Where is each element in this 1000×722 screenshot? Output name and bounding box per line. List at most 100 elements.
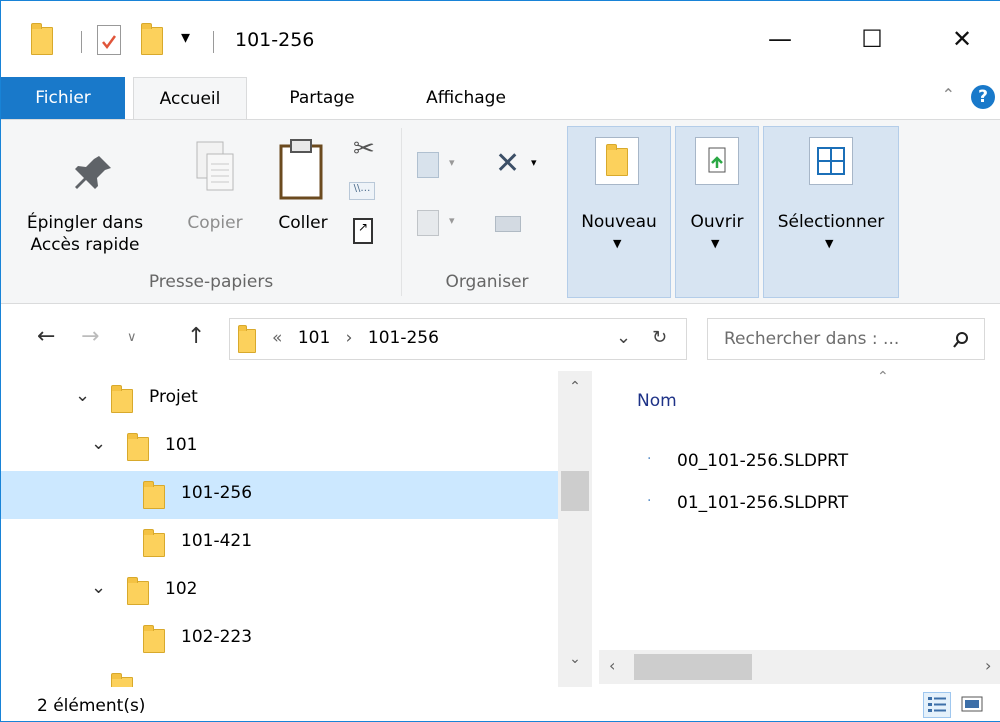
- select-label: Sélectionner: [777, 212, 885, 232]
- item-count: 2 élément(s): [37, 696, 146, 716]
- new-folder-icon[interactable]: [141, 23, 163, 55]
- move-to-button[interactable]: ▾: [417, 146, 467, 182]
- scroll-thumb[interactable]: [634, 654, 752, 680]
- help-icon[interactable]: ?: [971, 85, 995, 109]
- open-button[interactable]: Ouvrir ▼: [675, 126, 759, 298]
- scroll-down-icon[interactable]: ⌄: [558, 651, 592, 667]
- qat-dropdown-icon[interactable]: ▾: [181, 27, 190, 48]
- open-icon: [695, 137, 739, 185]
- scroll-thumb[interactable]: [561, 471, 589, 511]
- new-label: Nouveau: [581, 212, 657, 232]
- rename-icon[interactable]: [495, 216, 521, 232]
- move-to-icon: [417, 152, 439, 178]
- path-overflow-icon[interactable]: «: [272, 328, 282, 348]
- title-separator: [213, 31, 214, 53]
- forward-icon[interactable]: →: [81, 324, 99, 349]
- tree-label: 101: [165, 435, 198, 455]
- scroll-left-icon[interactable]: ‹: [609, 656, 615, 675]
- select-icon: [809, 137, 853, 185]
- expand-chevron-icon[interactable]: ⌄: [91, 433, 106, 454]
- tree-label: 102-223: [181, 627, 253, 647]
- navigation-pane: ⌄ Projet ⌄ 101 101-256 101-421 ⌄ 102 102…: [1, 371, 593, 687]
- search-icon[interactable]: [952, 331, 970, 349]
- expand-chevron-icon[interactable]: ⌄: [75, 385, 90, 406]
- tree-item-101[interactable]: ⌄ 101: [1, 423, 558, 471]
- back-icon[interactable]: ←: [37, 324, 55, 349]
- column-header-name[interactable]: Nom: [637, 391, 677, 411]
- tree-label: 101-256: [181, 483, 253, 503]
- paste-shortcut-icon[interactable]: ↗: [353, 218, 373, 244]
- location-folder-icon: [238, 325, 256, 353]
- file-name: 01_101-256.SLDPRT: [677, 493, 849, 513]
- delete-icon: ✕: [495, 146, 521, 181]
- nav-vertical-scrollbar[interactable]: ⌃ ⌄: [558, 371, 592, 687]
- tree-item-partial[interactable]: [1, 669, 558, 687]
- search-box[interactable]: Rechercher dans : ...: [707, 318, 985, 360]
- tree-label: 102: [165, 579, 198, 599]
- file-icon: ·: [647, 493, 652, 509]
- new-button[interactable]: Nouveau ▼: [567, 126, 671, 298]
- copy-path-icon[interactable]: \\…: [349, 182, 375, 200]
- pin-label-line1: Épingler dans: [26, 213, 144, 233]
- scroll-up-icon[interactable]: ⌃: [558, 379, 592, 395]
- details-view-icon: [928, 697, 946, 712]
- cut-icon[interactable]: ✂: [353, 134, 375, 164]
- details-view-button[interactable]: [923, 692, 951, 718]
- address-bar[interactable]: « 101 › 101-256 ⌄ ↻: [229, 318, 687, 360]
- tab-home[interactable]: Accueil: [133, 77, 247, 120]
- copy-button[interactable]: Copier: [177, 128, 253, 268]
- properties-icon[interactable]: [97, 25, 121, 55]
- minimize-icon: —: [768, 25, 792, 53]
- paste-button[interactable]: Coller: [263, 128, 343, 268]
- copy-label: Copier: [187, 213, 243, 233]
- maximize-button[interactable]: ☐: [849, 19, 895, 59]
- file-icon: ·: [647, 451, 652, 467]
- address-dropdown-icon[interactable]: ⌄: [616, 327, 631, 348]
- expand-chevron-icon[interactable]: ⌄: [91, 577, 106, 598]
- recent-locations-icon[interactable]: ∨: [127, 330, 137, 345]
- breadcrumb-101[interactable]: 101: [298, 328, 330, 348]
- file-row[interactable]: · 00_101-256.SLDPRT: [647, 451, 848, 471]
- tree-item-102[interactable]: ⌄ 102: [1, 567, 558, 615]
- tree-item-102-223[interactable]: 102-223: [1, 615, 558, 663]
- tree-item-projet[interactable]: ⌄ Projet: [1, 375, 558, 423]
- copy-icon: [196, 141, 234, 191]
- minimize-button[interactable]: —: [757, 19, 803, 59]
- title-bar: ▾ 101-256 — ☐ ✕: [1, 1, 1000, 77]
- tab-view[interactable]: Affichage: [403, 77, 529, 119]
- breadcrumb-101-256[interactable]: 101-256: [368, 328, 439, 348]
- collapse-ribbon-icon[interactable]: ⌃: [942, 85, 955, 104]
- content-horizontal-scrollbar[interactable]: ‹ ›: [599, 650, 1000, 684]
- refresh-icon[interactable]: ↻: [652, 327, 667, 348]
- file-row[interactable]: · 01_101-256.SLDPRT: [647, 493, 849, 513]
- tree-label: 101-421: [181, 531, 253, 551]
- search-placeholder: Rechercher dans : ...: [724, 329, 900, 349]
- paste-icon: [279, 139, 323, 200]
- folder-icon: [111, 673, 133, 687]
- copy-to-button[interactable]: ▾: [417, 206, 467, 242]
- scroll-right-icon[interactable]: ›: [985, 656, 991, 675]
- tree-label: Projet: [149, 387, 198, 407]
- tab-file[interactable]: Fichier: [1, 77, 125, 119]
- folder-icon: [31, 23, 53, 55]
- group-separator: [401, 128, 402, 296]
- pin-label-line2: Accès rapide: [30, 235, 140, 255]
- pin-icon: [75, 156, 111, 189]
- delete-button[interactable]: ✕ ▾: [495, 146, 551, 182]
- ribbon-tabs: Fichier Accueil Partage Affichage ⌃ ?: [1, 77, 1000, 120]
- window-title: 101-256: [235, 29, 315, 51]
- tree-item-101-421[interactable]: 101-421: [1, 519, 558, 567]
- copy-to-icon: [417, 210, 439, 236]
- tab-share[interactable]: Partage: [267, 77, 377, 119]
- new-folder-big-icon: [595, 137, 639, 185]
- up-icon[interactable]: ↑: [187, 324, 205, 349]
- breadcrumb-separator[interactable]: ›: [346, 328, 353, 348]
- folder-icon: [127, 577, 149, 605]
- select-button[interactable]: Sélectionner ▼: [763, 126, 899, 298]
- ribbon: Épingler dans Accès rapide Copier Coller…: [1, 119, 1000, 304]
- large-icons-view-button[interactable]: [959, 692, 987, 718]
- close-button[interactable]: ✕: [939, 19, 985, 59]
- tree-item-101-256[interactable]: 101-256: [1, 471, 558, 519]
- pin-quick-access-button[interactable]: Épingler dans Accès rapide: [21, 128, 149, 268]
- folder-icon: [143, 529, 165, 557]
